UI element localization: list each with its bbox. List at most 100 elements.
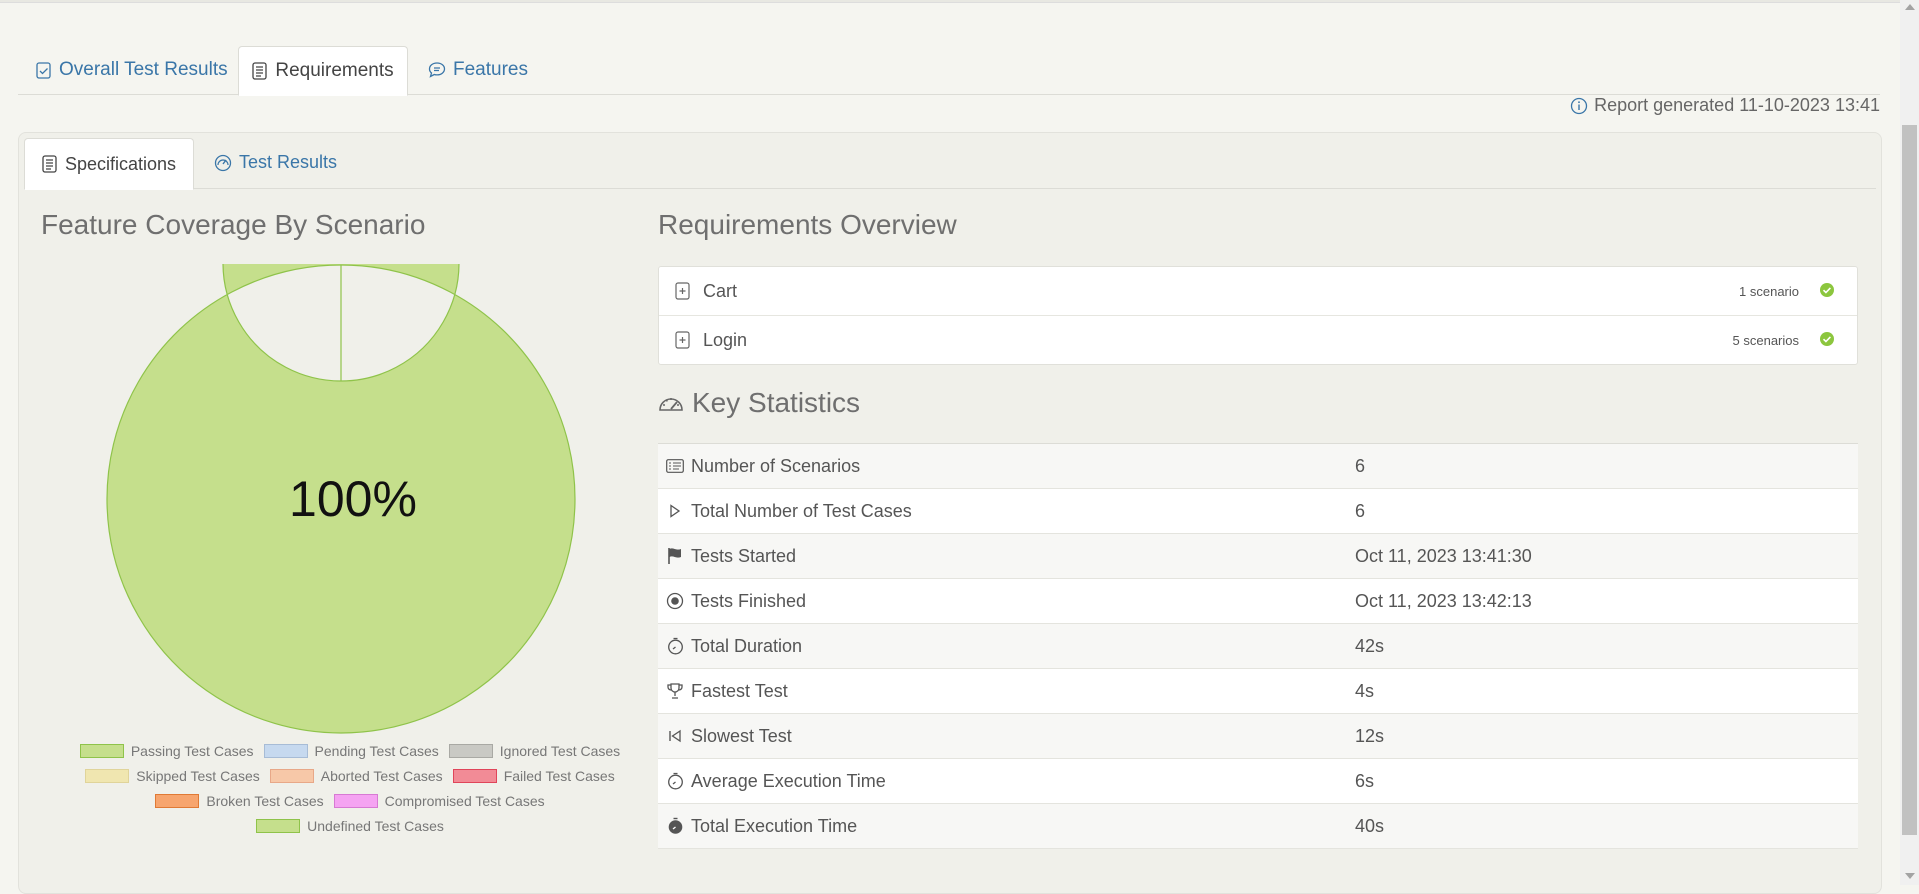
tab-overall-test-results[interactable]: Overall Test Results bbox=[36, 46, 228, 93]
stat-label: Total Duration bbox=[691, 635, 803, 656]
expand-icon[interactable] bbox=[675, 331, 691, 349]
key-statistics-table: Number of Scenarios 6 Total Number of Test… bbox=[658, 443, 1858, 849]
legend-swatch bbox=[269, 768, 314, 783]
success-check-icon bbox=[1819, 331, 1835, 352]
legend-item[interactable]: Ignored Test Cases bbox=[448, 742, 621, 759]
stat-value: 4s bbox=[1355, 680, 1375, 701]
expand-icon[interactable] bbox=[675, 282, 691, 300]
scroll-up-arrow-icon[interactable] bbox=[1905, 4, 1915, 10]
stat-label: Fastest Test bbox=[691, 680, 788, 701]
legend-item[interactable]: Aborted Test Cases bbox=[269, 768, 443, 784]
tab-requirements[interactable]: Requirements bbox=[238, 46, 408, 96]
stat-row: Total Number of Test Cases 6 bbox=[658, 489, 1858, 534]
legend-item[interactable]: Broken Test Cases bbox=[155, 792, 324, 809]
stat-value: 6s bbox=[1355, 770, 1375, 791]
tab-specifications[interactable]: Specifications bbox=[24, 138, 194, 190]
stat-label: Average Execution Time bbox=[691, 770, 886, 791]
vertical-scrollbar[interactable] bbox=[1900, 0, 1919, 885]
stat-value: 12s bbox=[1355, 725, 1385, 746]
stat-label-cell: Tests Finished bbox=[658, 591, 1355, 612]
stat-label-cell: Total Execution Time bbox=[658, 816, 1355, 837]
requirement-name[interactable]: Cart bbox=[703, 281, 737, 302]
legend-label: Passing Test Cases bbox=[130, 742, 254, 759]
tab-features[interactable]: Features bbox=[428, 46, 528, 93]
requirements-title: Requirements Overview bbox=[658, 209, 957, 240]
legend-swatch bbox=[448, 743, 493, 758]
comment-icon bbox=[428, 61, 446, 78]
legend-swatch bbox=[155, 793, 200, 808]
requirement-name[interactable]: Login bbox=[703, 330, 747, 351]
stat-label: Number of Scenarios bbox=[691, 455, 861, 476]
legend-item[interactable]: Undefined Test Cases bbox=[256, 818, 444, 834]
stat-value: 42s bbox=[1355, 635, 1385, 656]
requirements-list: Cart 1 scenario Login 5 scenarios bbox=[658, 266, 1858, 365]
stat-label-cell: Slowest Test bbox=[658, 726, 1355, 747]
stat-value: Oct 11, 2023 13:42:13 bbox=[1355, 590, 1532, 611]
stopwatch-icon bbox=[666, 637, 684, 655]
stat-value: Oct 11, 2023 13:41:30 bbox=[1355, 545, 1532, 566]
key-statistics-title: Key Statistics bbox=[692, 387, 861, 418]
coverage-donut-chart: 100% bbox=[106, 144, 576, 734]
legend-label: Broken Test Cases bbox=[206, 792, 324, 809]
stat-value: 40s bbox=[1355, 815, 1385, 836]
info-icon bbox=[1570, 97, 1588, 114]
legend-swatch bbox=[256, 818, 301, 833]
stop-circle-icon bbox=[666, 592, 684, 610]
stat-row: Slowest Test 12s bbox=[658, 714, 1858, 759]
stat-row: Tests Started Oct 11, 2023 13:41:30 bbox=[658, 534, 1858, 579]
scroll-down-arrow-icon[interactable] bbox=[1905, 873, 1915, 879]
tab-label: Specifications bbox=[64, 153, 177, 174]
legend-item[interactable]: Pending Test Cases bbox=[263, 743, 439, 759]
stat-label: Total Execution Time bbox=[691, 815, 858, 836]
legend-label: Compromised Test Cases bbox=[384, 792, 545, 809]
stopwatch-icon bbox=[666, 772, 684, 790]
stat-row: Number of Scenarios 6 bbox=[658, 444, 1858, 489]
legend-item[interactable]: Compromised Test Cases bbox=[333, 792, 545, 809]
top-divider bbox=[0, 0, 1900, 3]
requirement-row-cart[interactable]: Cart 1 scenario bbox=[659, 267, 1857, 316]
stat-label-cell: Number of Scenarios bbox=[658, 456, 1355, 477]
key-statistics-heading: Key Statistics bbox=[658, 387, 860, 419]
legend-item[interactable]: Passing Test Cases bbox=[79, 742, 254, 759]
legend-label: Failed Test Cases bbox=[503, 767, 615, 784]
legend-row: Undefined Test Cases bbox=[40, 813, 660, 838]
stat-label: Tests Finished bbox=[691, 590, 807, 611]
legend-row: Passing Test Cases Pending Test Cases Igno… bbox=[40, 738, 660, 763]
legend-label: Skipped Test Cases bbox=[136, 767, 260, 784]
tab-label: Overall Test Results bbox=[59, 58, 228, 80]
report-generated: Report generated 11-10-2023 13:41 bbox=[1570, 95, 1880, 116]
legend-row: Broken Test Cases Compromised Test Cases bbox=[40, 788, 660, 813]
list-icon bbox=[666, 457, 684, 475]
document-icon bbox=[252, 62, 268, 80]
trophy-icon bbox=[666, 682, 684, 700]
stat-value: 6 bbox=[1355, 455, 1366, 476]
legend-swatch bbox=[79, 743, 124, 758]
stat-row: Tests Finished Oct 11, 2023 13:42:13 bbox=[658, 579, 1858, 624]
stat-row: Average Execution Time 6s bbox=[658, 759, 1858, 804]
stat-label: Slowest Test bbox=[691, 725, 792, 746]
legend-item[interactable]: Skipped Test Cases bbox=[85, 767, 260, 784]
tab-label: Features bbox=[453, 58, 528, 80]
legend-swatch bbox=[263, 743, 308, 758]
stat-label-cell: Tests Started bbox=[658, 546, 1355, 567]
success-check-icon bbox=[1819, 282, 1835, 303]
stat-value: 6 bbox=[1355, 500, 1366, 521]
legend-item[interactable]: Failed Test Cases bbox=[452, 767, 615, 784]
legend-swatch bbox=[452, 768, 497, 783]
stat-label-cell: Fastest Test bbox=[658, 681, 1355, 702]
stat-label: Total Number of Test Cases bbox=[691, 500, 912, 521]
scrollbar-thumb[interactable] bbox=[1902, 125, 1917, 835]
stat-row: Total Execution Time 40s bbox=[658, 804, 1858, 849]
stat-label-cell: Average Execution Time bbox=[658, 771, 1355, 792]
legend-label: Ignored Test Cases bbox=[499, 742, 621, 759]
tab-label: Requirements bbox=[275, 60, 394, 81]
scenario-count: 5 scenarios bbox=[1732, 332, 1799, 348]
tab-test-results[interactable]: Test Results bbox=[214, 138, 337, 187]
play-icon bbox=[666, 502, 684, 520]
tab-label: Test Results bbox=[239, 152, 338, 172]
legend-swatch bbox=[333, 793, 378, 808]
stat-label-cell: Total Duration bbox=[658, 636, 1355, 657]
rewind-icon bbox=[666, 727, 684, 745]
speedometer-icon bbox=[659, 398, 683, 411]
requirement-row-login[interactable]: Login 5 scenarios bbox=[659, 316, 1857, 364]
